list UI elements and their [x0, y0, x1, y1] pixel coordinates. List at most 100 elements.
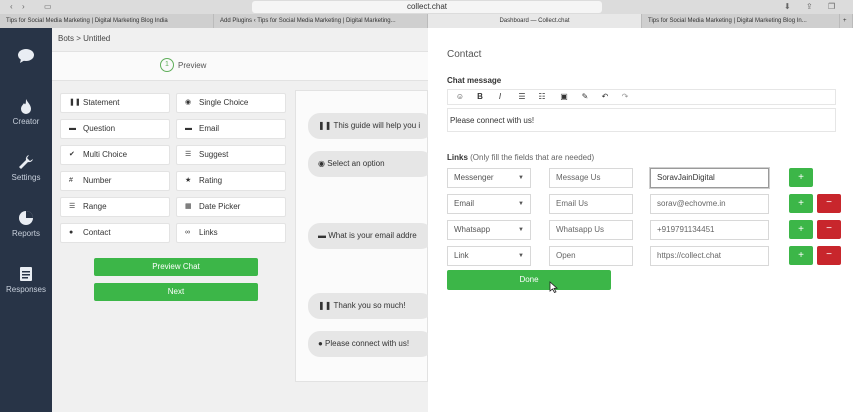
browser-toolbar: ‹ › ▭ collect.chat ⬇ ⇪ ❐: [0, 0, 853, 14]
preview-bubble[interactable]: ❚❚ This guide will help you i: [308, 113, 433, 139]
chat-message-label: Chat message: [447, 76, 502, 85]
bold-icon[interactable]: B: [474, 92, 486, 101]
back-icon[interactable]: ‹: [10, 2, 13, 11]
sidebar-item-reports[interactable]: Reports: [0, 210, 52, 238]
breadcrumb[interactable]: Bots > Untitled: [58, 34, 110, 43]
tabs-overview-icon[interactable]: ❐: [828, 2, 835, 11]
share-icon[interactable]: ⇪: [806, 2, 813, 11]
browser-tab[interactable]: Add Plugins ‹ Tips for Social Media Mark…: [214, 14, 428, 28]
link-type-value: Messenger: [454, 173, 494, 182]
browser-tab[interactable]: Tips for Social Media Marketing | Digita…: [642, 14, 840, 28]
link-type-select[interactable]: Link ▼: [447, 246, 531, 266]
sidebar-item-label: Creator: [12, 117, 40, 126]
next-button[interactable]: Next: [94, 283, 258, 301]
forward-icon[interactable]: ›: [22, 2, 25, 11]
browser-tab[interactable]: Tips for Social Media Marketing | Digita…: [0, 14, 214, 28]
cursor-icon: [549, 281, 558, 293]
step-number: 1: [160, 58, 174, 72]
step-label[interactable]: Preview: [178, 61, 206, 70]
link-value-input[interactable]: https://collect.chat: [650, 246, 769, 266]
link-type-select[interactable]: Email ▼: [447, 194, 531, 214]
preview-bubble[interactable]: ◉ Select an option: [308, 151, 433, 177]
pen-icon[interactable]: ✎: [579, 92, 591, 101]
link-value-input[interactable]: +919791134451: [650, 220, 769, 240]
bullet-list-icon[interactable]: ☰: [516, 92, 528, 101]
component-label: Range: [83, 202, 107, 211]
sidebar-item-settings[interactable]: Settings: [0, 154, 52, 182]
emoji-icon[interactable]: ☺: [454, 92, 466, 101]
question-icon: ▬: [69, 125, 76, 132]
undo-icon[interactable]: ↶: [599, 92, 611, 101]
component-contact-button[interactable]: ● Contact: [60, 223, 170, 243]
links-heading: Links (Only fill the fields that are nee…: [447, 153, 594, 162]
preview-bubble[interactable]: ● Please connect with us!: [308, 331, 433, 357]
radio-icon: ◉: [185, 99, 192, 106]
component-multi-choice-button[interactable]: ✔ Multi Choice: [60, 145, 170, 165]
link-label-input[interactable]: Open: [549, 246, 633, 266]
email-icon: ▬: [185, 125, 192, 132]
sidebar-item-responses[interactable]: Responses: [0, 266, 52, 294]
component-label: Multi Choice: [83, 150, 128, 159]
component-rating-button[interactable]: ★ Rating: [176, 171, 286, 191]
link-icon: ∞: [185, 229, 190, 236]
sidebar-toggle-icon[interactable]: ▭: [44, 2, 52, 11]
range-icon: ☰: [69, 203, 76, 210]
component-question-button[interactable]: ▬ Question: [60, 119, 170, 139]
chevron-down-icon: ▼: [518, 175, 524, 181]
check-icon: ✔: [69, 151, 75, 158]
link-type-value: Link: [454, 251, 469, 260]
contact-icon: ●: [69, 229, 74, 236]
numbered-list-icon[interactable]: ☷: [536, 92, 548, 101]
link-value-input[interactable]: sorav@echovme.in: [650, 194, 769, 214]
component-label: Email: [199, 124, 220, 133]
link-label-input[interactable]: Email Us: [549, 194, 633, 214]
component-label: Question: [83, 124, 116, 133]
component-number-button[interactable]: # Number: [60, 171, 170, 191]
remove-link-button[interactable]: −: [817, 220, 841, 239]
link-label-input[interactable]: Message Us: [549, 168, 633, 188]
add-link-button[interactable]: +: [789, 194, 813, 213]
preview-bubble[interactable]: ❚❚ Thank you so much!: [308, 293, 433, 319]
app-sidebar: Creator Settings Reports Responses: [0, 28, 52, 412]
address-bar[interactable]: collect.chat: [252, 1, 602, 13]
add-link-button[interactable]: +: [789, 220, 813, 239]
link-type-select[interactable]: Whatsapp ▼: [447, 220, 531, 240]
component-label: Contact: [83, 228, 111, 237]
link-label-input[interactable]: Whatsapp Us: [549, 220, 633, 240]
download-icon[interactable]: ⬇: [784, 2, 791, 11]
link-type-select[interactable]: Messenger ▼: [447, 168, 531, 188]
chat-preview: ❚❚ This guide will help you i ◉ Select a…: [295, 90, 433, 382]
italic-icon[interactable]: I: [494, 92, 506, 101]
redo-icon[interactable]: ↷: [619, 92, 631, 101]
component-date-picker-button[interactable]: ▦ Date Picker: [176, 197, 286, 217]
hash-icon: #: [69, 177, 73, 184]
component-label: Number: [83, 176, 112, 185]
sidebar-item-creator[interactable]: Creator: [0, 98, 52, 126]
component-label: Links: [199, 228, 218, 237]
chat-message-editor[interactable]: Please connect with us!: [447, 108, 836, 132]
preview-chat-button[interactable]: Preview Chat: [94, 258, 258, 276]
chevron-down-icon: ▼: [518, 201, 524, 207]
add-link-button[interactable]: +: [789, 168, 813, 187]
component-range-button[interactable]: ☰ Range: [60, 197, 170, 217]
new-tab-button[interactable]: +: [840, 14, 853, 28]
component-email-button[interactable]: ▬ Email: [176, 119, 286, 139]
document-icon: [20, 267, 32, 281]
remove-link-button[interactable]: −: [817, 246, 841, 265]
sidebar-item-home[interactable]: [0, 48, 52, 67]
chevron-down-icon: ▼: [518, 227, 524, 233]
image-icon[interactable]: ▣: [558, 92, 570, 101]
browser-tab-active[interactable]: Dashboard — Collect.chat: [428, 14, 642, 28]
component-suggest-button[interactable]: ☰ Suggest: [176, 145, 286, 165]
preview-bubble[interactable]: ▬ What is your email addre: [308, 223, 433, 249]
editor-toolbar: ☺ B I ☰ ☷ ▣ ✎ ↶ ↷: [447, 89, 836, 105]
add-link-button[interactable]: +: [789, 246, 813, 265]
link-value-input[interactable]: SoravJainDigital: [650, 168, 769, 188]
contact-editor-panel: Contact Chat message ☺ B I ☰ ☷ ▣ ✎ ↶ ↷ P…: [428, 28, 853, 412]
component-statement-button[interactable]: ❚❚ Statement: [60, 93, 170, 113]
remove-link-button[interactable]: −: [817, 194, 841, 213]
chevron-down-icon: ▼: [518, 253, 524, 259]
component-links-button[interactable]: ∞ Links: [176, 223, 286, 243]
component-single-choice-button[interactable]: ◉ Single Choice: [176, 93, 286, 113]
done-button[interactable]: Done: [447, 270, 611, 290]
